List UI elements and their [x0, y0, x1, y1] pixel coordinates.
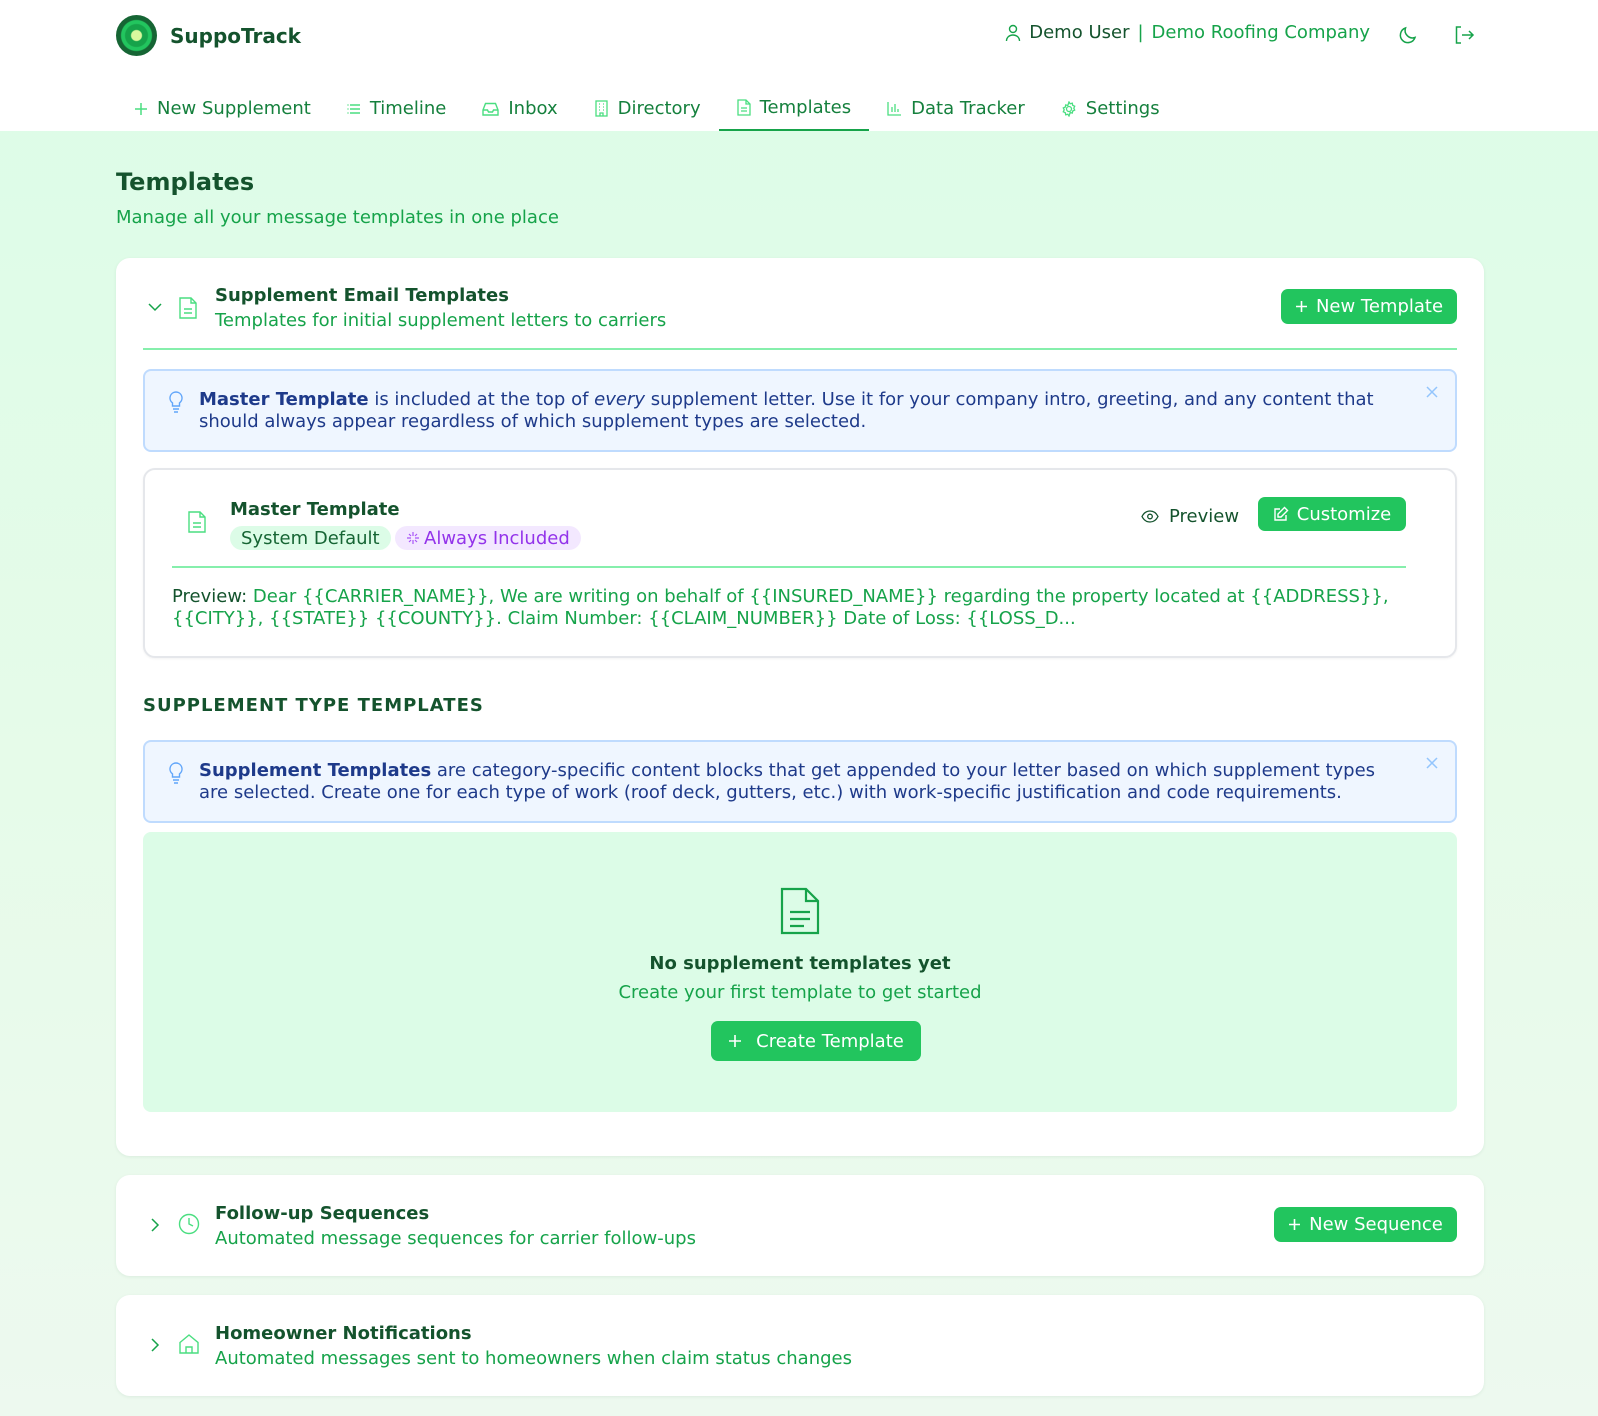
new-sequence-button[interactable]: New Sequence	[1274, 1207, 1457, 1242]
user-info: Demo User | Demo Roofing Company	[1005, 22, 1370, 43]
system-default-badge: System Default	[230, 526, 391, 550]
bar-chart-icon	[887, 102, 902, 116]
info-text-part: is included at the top of	[368, 389, 595, 410]
info-text: Master Template is included at the top o…	[199, 389, 1409, 433]
section-description: Automated message sequences for carrier …	[215, 1228, 696, 1249]
expand-toggle[interactable]	[146, 1216, 164, 1234]
follow-up-sequences-section: Follow-up Sequences Automated message se…	[116, 1175, 1484, 1276]
section-description: Templates for initial supplement letters…	[215, 310, 667, 331]
section-divider	[143, 348, 1457, 350]
master-template-card: Master Template System Default Always In…	[143, 468, 1457, 658]
collapse-toggle[interactable]	[146, 298, 164, 316]
plus-icon	[1289, 1219, 1301, 1230]
supplement-templates-info: Supplement Templates are category-specif…	[143, 740, 1457, 823]
main-nav: New Supplement Timeline Inbox Directory …	[116, 86, 1178, 131]
user-icon	[1006, 24, 1021, 41]
expand-toggle[interactable]	[146, 1336, 164, 1354]
info-emphasis: every	[594, 389, 645, 410]
section-description: Automated messages sent to homeowners wh…	[215, 1348, 852, 1369]
tab-label: Inbox	[508, 98, 558, 119]
tab-data-tracker[interactable]: Data Tracker	[869, 86, 1043, 131]
page-title: Templates	[116, 168, 255, 196]
customize-button[interactable]: Customize	[1258, 497, 1406, 531]
section-title: Follow-up Sequences	[215, 1203, 430, 1224]
gear-icon	[1062, 100, 1076, 117]
user-name: Demo User	[1029, 22, 1130, 43]
file-text-icon	[178, 296, 200, 320]
empty-state: No supplement templates yet Create your …	[143, 832, 1457, 1112]
tab-timeline[interactable]: Timeline	[329, 86, 465, 131]
homeowner-notifications-section: Homeowner Notifications Automated messag…	[116, 1295, 1484, 1396]
eye-icon	[1141, 509, 1159, 523]
edit-icon	[1274, 506, 1289, 521]
brand[interactable]: SuppoTrack	[116, 15, 301, 56]
master-template-info: Master Template is included at the top o…	[143, 369, 1457, 452]
tab-new-supplement[interactable]: New Supplement	[116, 86, 329, 131]
app-name: SuppoTrack	[170, 23, 301, 48]
logout-icon	[1455, 26, 1475, 44]
new-template-button[interactable]: New Template	[1281, 289, 1457, 324]
logout-button[interactable]	[1451, 22, 1477, 48]
moon-icon	[1399, 26, 1417, 44]
list-icon	[347, 103, 360, 114]
plus-icon	[729, 1035, 742, 1047]
chevron-right-icon	[151, 1218, 160, 1232]
master-template-title: Master Template	[230, 499, 400, 520]
preview-content: Dear {{CARRIER_NAME}}, We are writing on…	[172, 586, 1389, 629]
master-divider	[172, 566, 1406, 568]
company-name: Demo Roofing Company	[1151, 22, 1370, 43]
lightbulb-icon	[169, 391, 183, 413]
clock-icon	[178, 1213, 200, 1237]
lightbulb-icon	[169, 762, 183, 784]
top-bar: SuppoTrack Demo User | Demo Roofing Comp…	[0, 0, 1598, 131]
tab-settings[interactable]: Settings	[1043, 86, 1178, 131]
sparkle-icon	[407, 532, 419, 544]
close-icon[interactable]	[1425, 385, 1439, 399]
tab-label: Directory	[617, 98, 701, 119]
tab-label: Data Tracker	[911, 98, 1025, 119]
info-bold: Master Template	[199, 389, 369, 410]
tab-label: Timeline	[369, 98, 447, 119]
preview-label: Preview:	[172, 586, 248, 607]
close-icon[interactable]	[1425, 756, 1439, 770]
tab-inbox[interactable]: Inbox	[464, 86, 575, 131]
button-label: Customize	[1296, 503, 1392, 525]
page-subtitle: Manage all your message templates in one…	[116, 207, 559, 228]
home-icon	[178, 1333, 200, 1357]
badge-label: Always Included	[424, 527, 570, 549]
tab-directory[interactable]: Directory	[576, 86, 719, 131]
building-icon	[594, 100, 608, 117]
chevron-right-icon	[151, 1338, 160, 1352]
button-label: Create Template	[756, 1030, 904, 1052]
always-included-badge: Always Included	[395, 526, 581, 550]
supplement-type-heading: SUPPLEMENT TYPE TEMPLATES	[143, 695, 484, 716]
file-text-icon	[188, 511, 206, 533]
info-bold: Supplement Templates	[199, 760, 432, 781]
user-separator: |	[1137, 22, 1144, 43]
tab-label: New Supplement	[157, 98, 311, 119]
info-text: Supplement Templates are category-specif…	[199, 760, 1409, 804]
document-icon	[780, 887, 820, 935]
empty-title: No supplement templates yet	[649, 953, 951, 974]
file-text-icon	[736, 99, 751, 116]
empty-subtitle: Create your first template to get starte…	[618, 982, 982, 1003]
app-logo	[116, 15, 157, 56]
supplement-email-templates-section: Supplement Email Templates Templates for…	[116, 258, 1484, 1156]
section-title: Homeowner Notifications	[215, 1323, 472, 1344]
tab-templates[interactable]: Templates	[718, 86, 870, 131]
button-label: Preview	[1169, 505, 1240, 527]
plus-icon	[1295, 301, 1307, 312]
master-preview-text: Preview: Dear {{CARRIER_NAME}}, We are w…	[172, 586, 1422, 630]
button-label: New Template	[1315, 296, 1444, 317]
create-template-button[interactable]: Create Template	[711, 1021, 921, 1061]
preview-button[interactable]: Preview	[1141, 502, 1239, 530]
chevron-down-icon	[148, 303, 162, 312]
theme-toggle-button[interactable]	[1395, 22, 1421, 48]
button-label: New Sequence	[1309, 1214, 1443, 1235]
inbox-icon	[482, 102, 500, 116]
tab-label: Settings	[1085, 98, 1160, 119]
section-title: Supplement Email Templates	[215, 285, 509, 306]
tab-label: Templates	[759, 97, 852, 118]
plus-icon	[135, 102, 147, 115]
